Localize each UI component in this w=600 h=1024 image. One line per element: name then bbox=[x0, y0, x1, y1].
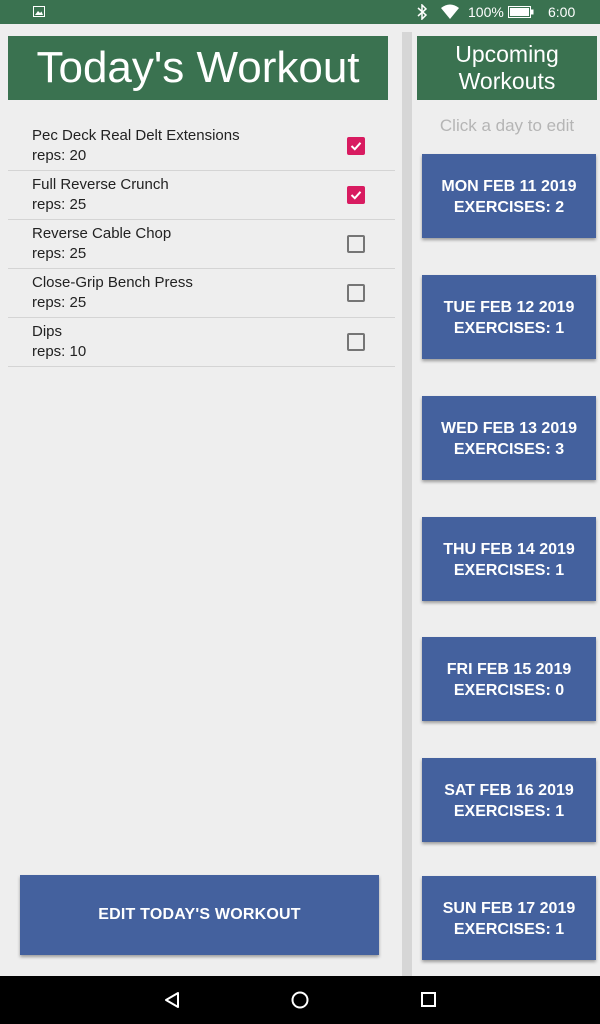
day-exercise-count: EXERCISES: 0 bbox=[453, 682, 565, 699]
checkmark-icon bbox=[350, 142, 362, 151]
day-date: WED FEB 13 2019 bbox=[440, 420, 578, 437]
day-card-fri[interactable]: FRI FEB 15 2019 EXERCISES: 0 bbox=[422, 637, 596, 721]
edit-todays-workout-button[interactable]: EDIT TODAY'S WORKOUT bbox=[20, 875, 379, 955]
exercise-row[interactable]: Full Reverse Crunch reps: 25 bbox=[8, 171, 395, 220]
day-exercise-count: EXERCISES: 1 bbox=[453, 803, 565, 820]
battery-icon bbox=[508, 6, 534, 18]
day-card-sun[interactable]: SUN FEB 17 2019 EXERCISES: 1 bbox=[422, 876, 596, 960]
exercise-checkbox[interactable] bbox=[347, 137, 365, 155]
day-exercise-count: EXERCISES: 2 bbox=[453, 199, 565, 216]
status-bar: 100% 6:00 bbox=[0, 0, 600, 24]
exercise-checkbox[interactable] bbox=[347, 235, 365, 253]
upcoming-title: Upcoming Workouts bbox=[417, 36, 597, 100]
exercise-name: Dips bbox=[32, 323, 63, 340]
image-notification-icon bbox=[33, 6, 45, 17]
exercise-checkbox[interactable] bbox=[347, 186, 365, 204]
upcoming-title-line2: Workouts bbox=[458, 68, 556, 94]
wifi-icon bbox=[441, 4, 459, 19]
day-card-sat[interactable]: SAT FEB 16 2019 EXERCISES: 1 bbox=[422, 758, 596, 842]
exercise-name: Full Reverse Crunch bbox=[32, 176, 169, 193]
exercise-reps: reps: 25 bbox=[32, 294, 87, 311]
day-exercise-count: EXERCISES: 3 bbox=[453, 441, 565, 458]
exercise-list: Pec Deck Real Delt Extensions reps: 20 F… bbox=[8, 122, 395, 367]
exercise-reps: reps: 10 bbox=[32, 343, 87, 360]
day-date: SUN FEB 17 2019 bbox=[442, 900, 576, 917]
exercise-row[interactable]: Reverse Cable Chop reps: 25 bbox=[8, 220, 395, 269]
day-date: MON FEB 11 2019 bbox=[441, 178, 577, 195]
exercise-checkbox[interactable] bbox=[347, 333, 365, 351]
exercise-checkbox[interactable] bbox=[347, 284, 365, 302]
day-card-wed[interactable]: WED FEB 13 2019 EXERCISES: 3 bbox=[422, 396, 596, 480]
exercise-row[interactable]: Dips reps: 10 bbox=[8, 318, 395, 367]
day-date: TUE FEB 12 2019 bbox=[443, 299, 575, 316]
upcoming-title-line1: Upcoming bbox=[455, 41, 559, 67]
day-date: SAT FEB 16 2019 bbox=[444, 782, 574, 799]
day-card-thu[interactable]: THU FEB 14 2019 EXERCISES: 1 bbox=[422, 517, 596, 601]
day-exercise-count: EXERCISES: 1 bbox=[453, 921, 565, 938]
day-card-tue[interactable]: TUE FEB 12 2019 EXERCISES: 1 bbox=[422, 275, 596, 359]
exercise-row[interactable]: Pec Deck Real Delt Extensions reps: 20 bbox=[8, 122, 395, 171]
navigation-bar bbox=[0, 976, 600, 1024]
checkmark-icon bbox=[350, 191, 362, 200]
exercise-row[interactable]: Close-Grip Bench Press reps: 25 bbox=[8, 269, 395, 318]
exercise-name: Pec Deck Real Delt Extensions bbox=[32, 127, 240, 144]
panel-divider bbox=[402, 32, 412, 976]
clock: 6:00 bbox=[548, 4, 576, 20]
exercise-name: Close-Grip Bench Press bbox=[32, 274, 193, 291]
click-day-hint: Click a day to edit bbox=[439, 116, 575, 135]
bluetooth-icon bbox=[417, 4, 428, 20]
back-icon[interactable] bbox=[162, 990, 182, 1010]
exercise-reps: reps: 25 bbox=[32, 245, 87, 262]
today-panel: Today's Workout Pec Deck Real Delt Exten… bbox=[0, 24, 402, 976]
recents-icon[interactable] bbox=[420, 991, 438, 1009]
exercise-name: Reverse Cable Chop bbox=[32, 225, 172, 242]
battery-percent: 100% bbox=[468, 4, 504, 20]
day-date: THU FEB 14 2019 bbox=[443, 541, 575, 558]
day-exercise-count: EXERCISES: 1 bbox=[453, 320, 565, 337]
day-card-mon[interactable]: MON FEB 11 2019 EXERCISES: 2 bbox=[422, 154, 596, 238]
day-date: FRI FEB 15 2019 bbox=[446, 661, 572, 678]
today-title: Today's Workout bbox=[8, 36, 388, 100]
exercise-reps: reps: 20 bbox=[32, 147, 87, 164]
exercise-reps: reps: 25 bbox=[32, 196, 87, 213]
day-exercise-count: EXERCISES: 1 bbox=[453, 562, 565, 579]
home-icon[interactable] bbox=[290, 990, 310, 1010]
